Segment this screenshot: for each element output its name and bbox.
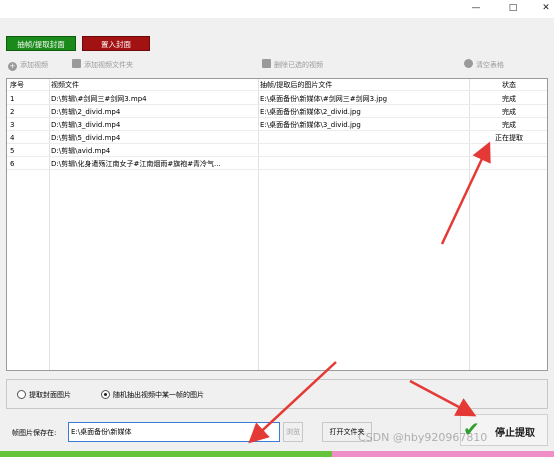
row-num: 6 [10, 160, 15, 168]
header-status[interactable]: 状态 [471, 79, 547, 91]
table-row[interactable]: 6 D:\剪辑\化身遣殇江南女子#江南烟雨#旗袍#青冷气... [7, 158, 547, 170]
video-table[interactable]: 序号 视频文件 抽帧/提取后的图片文件 状态 1 D:\剪辑\#剑网三#剑网3.… [6, 78, 548, 371]
row-image-path [260, 145, 468, 157]
table-row[interactable]: 3 D:\剪辑\3_divid.mp4 E:\桌面备份\新媒体\3_divid.… [7, 119, 547, 131]
row-num: 5 [10, 147, 15, 155]
row-status [471, 158, 547, 170]
row-num: 2 [10, 108, 15, 116]
row-image-path [260, 158, 468, 170]
row-num: 1 [10, 95, 15, 103]
progress-remaining [332, 451, 554, 457]
embed-cover-tab[interactable]: 置入封面 [82, 36, 150, 51]
clear-table-label: 清空表格 [476, 61, 504, 69]
radio-indicator [17, 390, 26, 399]
table-header: 序号 视频文件 抽帧/提取后的图片文件 状态 [7, 79, 547, 91]
broom-icon [464, 59, 473, 68]
random-frame-label: 随机抽出视频中某一帧的图片 [113, 391, 204, 399]
delete-selected-button[interactable]: 删除已选的视频 [262, 58, 323, 72]
add-video-button[interactable]: + 添加视频 [8, 58, 48, 72]
radio-indicator-selected [101, 390, 110, 399]
row-status: 正在提取 [495, 134, 523, 142]
title-bar: — □ ✕ [0, 0, 554, 18]
row-num: 4 [10, 134, 15, 142]
minimize-icon[interactable]: — [466, 0, 486, 16]
table-row[interactable]: 1 D:\剪辑\#剑网三#剑网3.mp4 E:\桌面备份\新媒体\#剑网三#剑网… [7, 93, 547, 105]
save-path-label: 帧图片保存在: [12, 429, 57, 437]
row-image-path: E:\桌面备份\新媒体\2_divid.jpg [260, 108, 361, 116]
header-num[interactable]: 序号 [10, 79, 48, 91]
random-frame-radio[interactable]: 随机抽出视频中某一帧的图片 [101, 390, 204, 400]
row-video-path: D:\剪辑\avid.mp4 [51, 147, 111, 155]
extract-cover-tab[interactable]: 抽帧/提取封面 [6, 36, 76, 51]
row-image-path [260, 132, 468, 144]
extract-cover-label: 提取封面图片 [29, 391, 71, 399]
row-video-path: D:\剪辑\化身遣殇江南女子#江南烟雨#旗袍#青冷气... [51, 160, 221, 168]
add-folder-button[interactable]: 添加视频文件夹 [72, 58, 133, 72]
clear-table-button[interactable]: 清空表格 [464, 58, 504, 72]
add-folder-label: 添加视频文件夹 [84, 61, 133, 69]
delete-selected-label: 删除已选的视频 [274, 61, 323, 69]
row-status: 完成 [502, 108, 516, 116]
table-row[interactable]: 5 D:\剪辑\avid.mp4 [7, 145, 547, 157]
table-row[interactable]: 2 D:\剪辑\2_divid.mp4 E:\桌面备份\新媒体\2_divid.… [7, 106, 547, 118]
add-video-label: 添加视频 [20, 61, 48, 69]
video-delete-icon [262, 59, 271, 68]
row-status [471, 145, 547, 157]
header-video[interactable]: 视频文件 [51, 79, 257, 91]
close-icon[interactable]: ✕ [536, 0, 554, 16]
progress-bar [0, 451, 554, 457]
watermark: CSDN @hby920967810 [358, 431, 488, 444]
row-num: 3 [10, 121, 15, 129]
row-video-path: D:\剪辑\#剑网三#剑网3.mp4 [51, 95, 147, 103]
row-image-path: E:\桌面备份\新媒体\3_divid.jpg [260, 121, 361, 129]
folder-video-icon [72, 59, 81, 68]
header-image[interactable]: 抽帧/提取后的图片文件 [260, 79, 468, 91]
table-row[interactable]: 4 D:\剪辑\5_divid.mp4 正在提取 [7, 132, 547, 144]
stop-extract-label: 停止提取 [495, 428, 535, 439]
row-video-path: D:\剪辑\5_divid.mp4 [51, 134, 121, 142]
row-video-path: D:\剪辑\3_divid.mp4 [51, 121, 121, 129]
row-status: 完成 [502, 95, 516, 103]
browse-button[interactable]: 浏览 [283, 422, 303, 442]
row-status: 完成 [502, 121, 516, 129]
row-video-path: D:\剪辑\2_divid.mp4 [51, 108, 121, 116]
save-path-input[interactable]: E:\桌面备份\新媒体 [68, 422, 280, 442]
maximize-icon[interactable]: □ [503, 0, 523, 16]
progress-done [0, 451, 332, 457]
plus-circle-icon: + [8, 62, 17, 71]
extract-mode-group: 提取封面图片 随机抽出视频中某一帧的图片 [6, 379, 548, 409]
extract-cover-radio[interactable]: 提取封面图片 [17, 390, 71, 400]
row-image-path: E:\桌面备份\新媒体\#剑网三#剑网3.jpg [260, 95, 388, 103]
